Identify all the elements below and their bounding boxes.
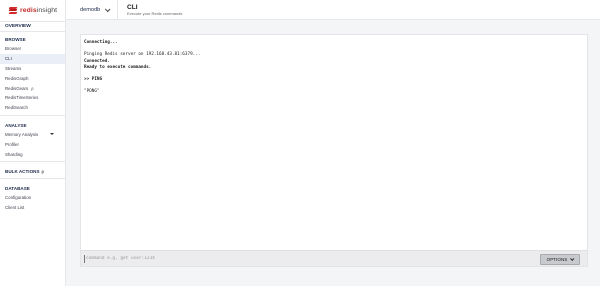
chevron-down-icon	[105, 5, 111, 12]
chevron-down-icon	[570, 256, 575, 261]
section-bulk-actions[interactable]: BULK ACTIONS β	[0, 164, 65, 176]
sidebar: redisinsight OVERVIEW BROWSE Browser CLI…	[0, 0, 66, 286]
sidebar-item-client-list[interactable]: Client List	[0, 203, 65, 213]
page-info: CLI Execute your Redis commands	[118, 4, 182, 16]
sidebar-item-profiler[interactable]: Profiler	[0, 139, 65, 149]
section-browse: BROWSE	[5, 37, 26, 42]
section-analyse: ANALYSE	[5, 122, 27, 128]
sidebar-item-redisgears[interactable]: RedisGears β	[0, 83, 65, 93]
sidebar-item-memory-analysis[interactable]: Memory Analysis	[0, 130, 65, 140]
database-name: demodb	[80, 6, 101, 13]
command-input[interactable]	[84, 254, 284, 263]
brand-logo[interactable]: redisinsight	[0, 0, 65, 20]
sidebar-item-configuration[interactable]: Configuration	[0, 193, 65, 203]
output-response: "PONG"	[84, 89, 100, 94]
top-header: demodb CLI Execute your Redis commands	[66, 0, 600, 20]
cli-output: Connecting... Pinging Redis server on 19…	[81, 35, 587, 101]
page-title: CLI	[127, 3, 138, 11]
beta-badge: β	[41, 168, 44, 174]
cli-input-bar: OPTIONS	[81, 250, 587, 266]
options-label: OPTIONS	[546, 256, 568, 262]
divider	[0, 114, 65, 116]
sidebar-item-redisgraph[interactable]: RedisGraph	[0, 73, 65, 83]
sidebar-item-redistimeseries[interactable]: RedisTimeSeries	[0, 93, 65, 103]
page-subtitle: Execute your Redis commands	[127, 10, 183, 16]
cli-panel: Connecting... Pinging Redis server on 19…	[80, 34, 588, 267]
caret-down-icon	[50, 133, 54, 136]
divider	[0, 160, 65, 162]
database-selector[interactable]: demodb	[66, 0, 116, 20]
sidebar-item-sharding[interactable]: Sharding	[0, 149, 65, 159]
sidebar-item-streams[interactable]: Streams	[0, 64, 65, 74]
divider	[0, 177, 65, 179]
sidebar-item-redisearch[interactable]: RediSearch	[0, 103, 65, 113]
beta-badge: β	[31, 85, 34, 91]
nav-overview[interactable]: OVERVIEW	[0, 21, 65, 32]
options-button[interactable]: OPTIONS	[540, 253, 580, 265]
sidebar-item-cli[interactable]: CLI	[0, 53, 65, 64]
section-database: DATABASE	[5, 185, 30, 191]
app-root: redisinsight OVERVIEW BROWSE Browser CLI…	[0, 0, 600, 286]
redis-logo-icon	[8, 6, 18, 14]
sidebar-item-browser[interactable]: Browser	[0, 44, 65, 54]
brand-text: redisinsight	[20, 6, 58, 14]
